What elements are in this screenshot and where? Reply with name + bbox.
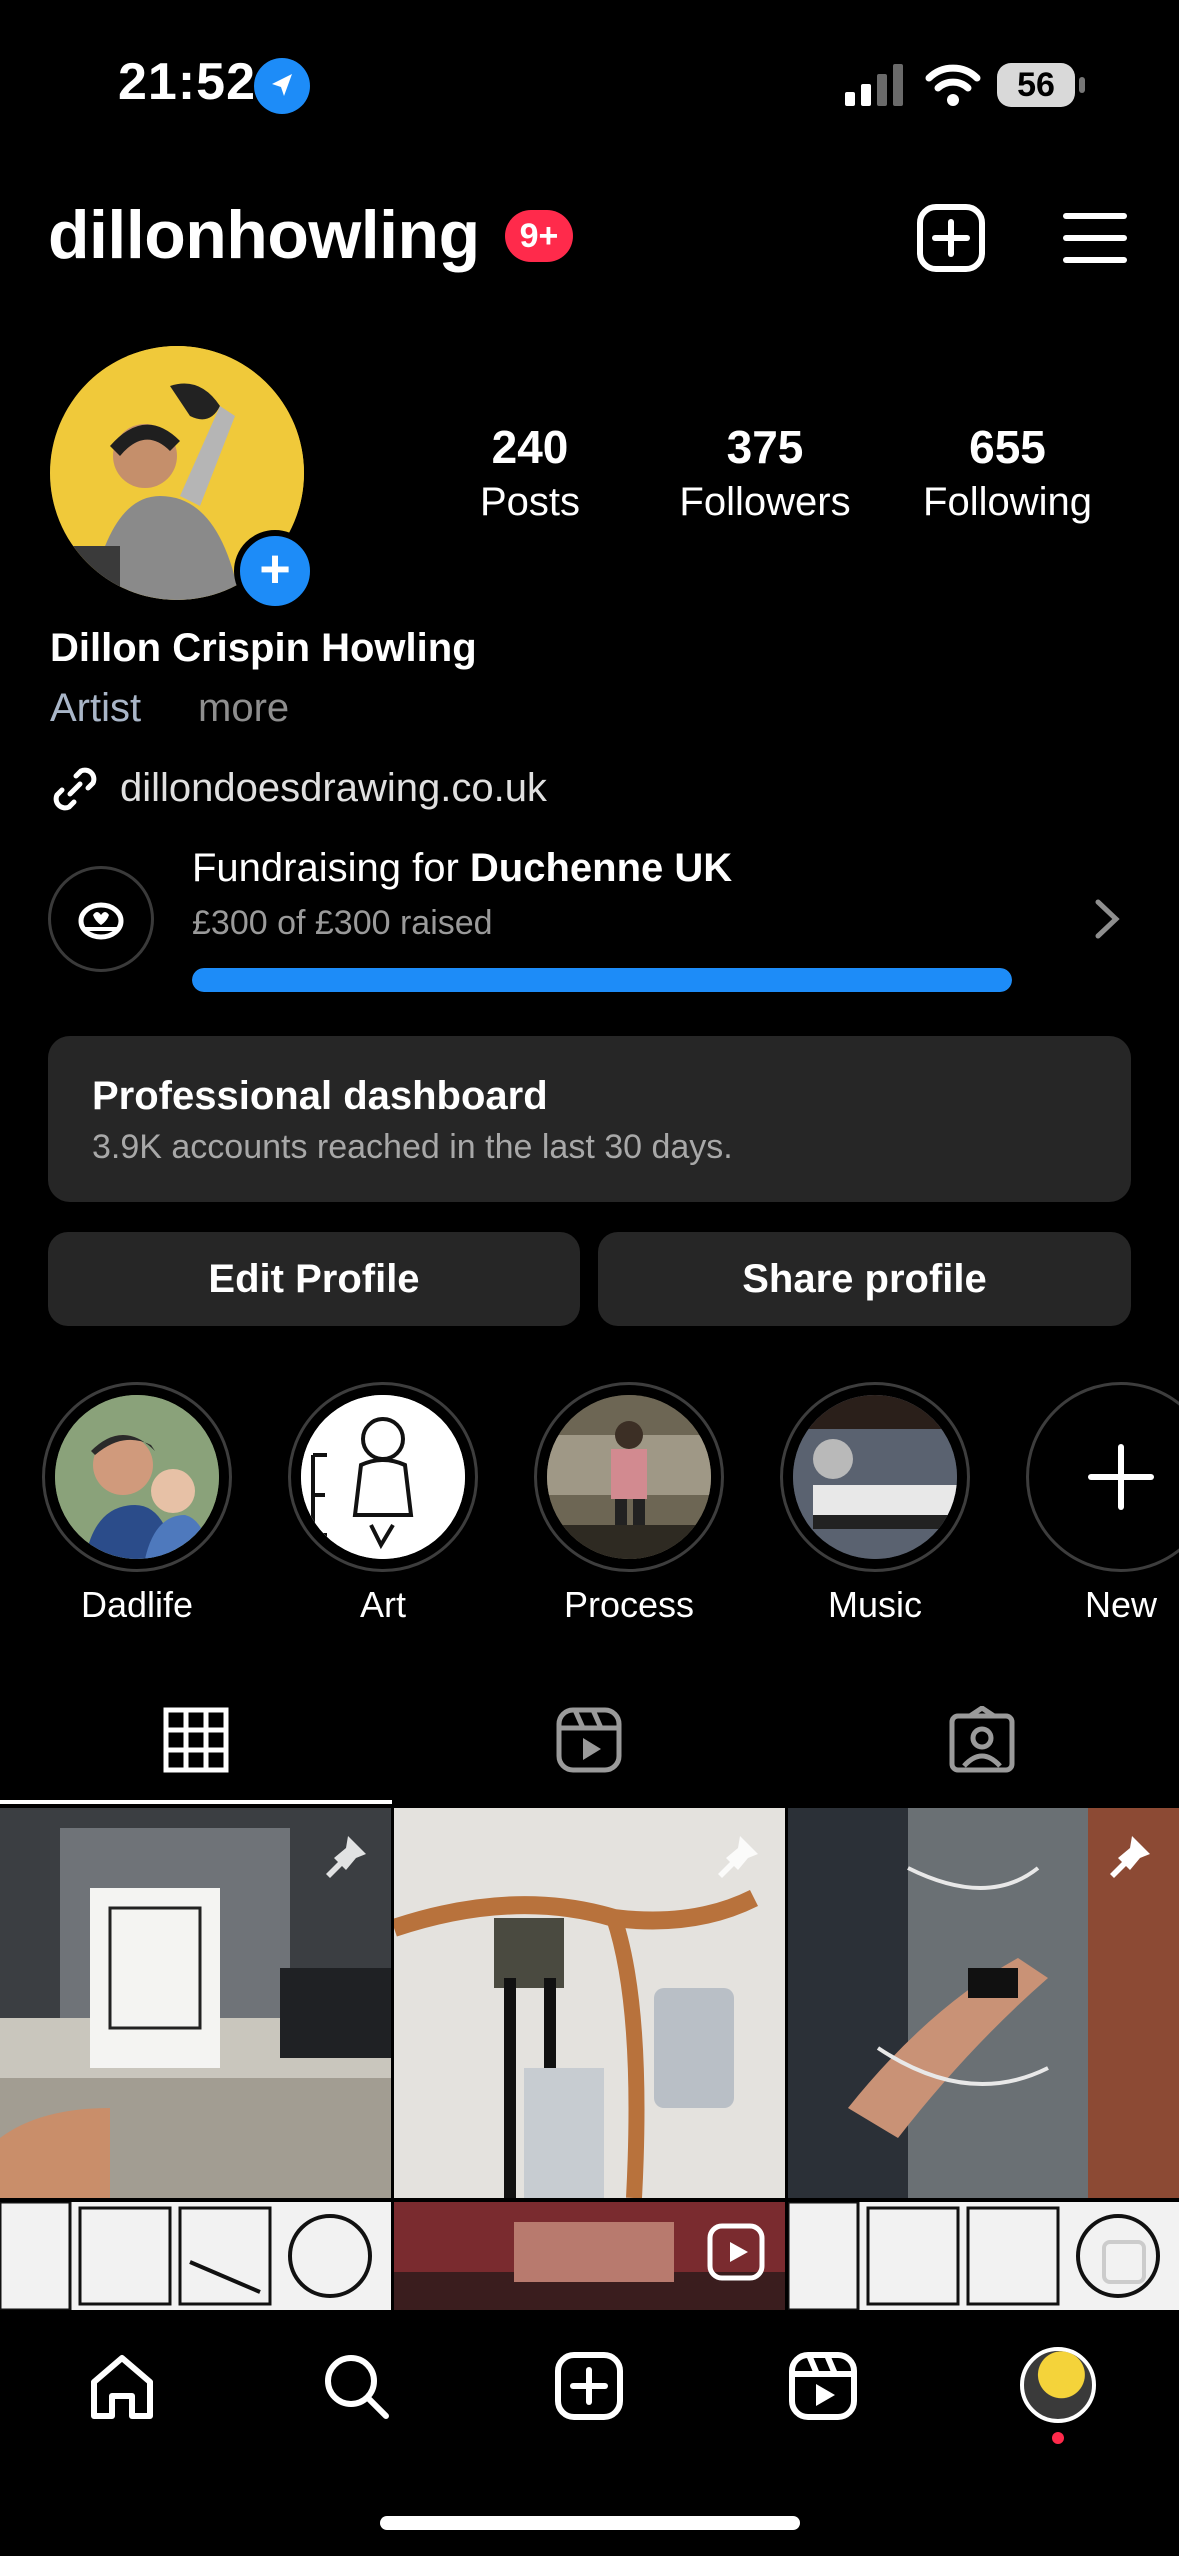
notification-dot <box>1052 2432 1064 2444</box>
fundraiser-progress-bar <box>192 968 1012 992</box>
highlight-dadlife[interactable] <box>42 1382 232 1572</box>
highlight-label: Music <box>827 1584 922 1625</box>
following-stat[interactable]: 655 Following <box>900 420 1115 525</box>
reels-nav-icon[interactable] <box>787 2350 859 2422</box>
following-count: 655 <box>969 421 1046 473</box>
full-name: Dillon Crispin Howling <box>50 626 477 670</box>
followers-stat[interactable]: 375 Followers <box>660 420 870 525</box>
category-label: Artist <box>50 686 142 730</box>
wifi-icon <box>925 62 981 108</box>
highlight-label: New <box>1084 1584 1158 1625</box>
fundraiser-title[interactable]: Fundraising for Duchenne UK <box>192 846 732 891</box>
followers-label: Followers <box>679 480 851 524</box>
edit-profile-button[interactable]: Edit Profile <box>48 1232 580 1326</box>
more-link[interactable]: more <box>198 686 289 731</box>
menu-icon[interactable] <box>1060 202 1132 274</box>
add-story-button[interactable]: + <box>234 530 316 612</box>
profile-avatar-nav[interactable] <box>1020 2347 1096 2423</box>
pin-icon <box>1102 1830 1156 1884</box>
followers-count: 375 <box>726 421 804 473</box>
posts-count: 240 <box>491 421 569 473</box>
new-highlight-button[interactable] <box>1026 1382 1179 1572</box>
fundraiser-prefix: Fundraising for <box>192 846 459 890</box>
highlight-music[interactable] <box>780 1382 970 1572</box>
search-icon[interactable] <box>320 2350 392 2422</box>
tagged-icon[interactable] <box>948 1704 1016 1774</box>
home-icon[interactable] <box>86 2350 158 2422</box>
highlight-label: Process <box>563 1584 695 1625</box>
active-tab-indicator <box>0 1800 392 1804</box>
fundraiser-progress-fill <box>192 968 1012 992</box>
new-post-icon[interactable] <box>915 202 987 274</box>
highlight-label: Art <box>359 1584 406 1625</box>
profile-username[interactable]: dillonhowling <box>48 196 480 274</box>
create-icon[interactable] <box>553 2350 625 2422</box>
dashboard-subtitle: 3.9K accounts reached in the last 30 day… <box>92 1128 733 1166</box>
dashboard-title: Professional dashboard <box>92 1074 548 1118</box>
post-tile[interactable] <box>0 2202 391 2310</box>
status-time: 21:52 <box>118 53 256 111</box>
posts-label: Posts <box>479 480 581 524</box>
share-profile-button[interactable]: Share profile <box>598 1232 1131 1326</box>
pin-icon <box>318 1830 372 1884</box>
reels-icon[interactable] <box>555 1706 623 1774</box>
pin-icon <box>710 1830 764 1884</box>
website-link[interactable]: dillondoesdrawing.co.uk <box>120 766 547 811</box>
highlight-process[interactable] <box>534 1382 724 1572</box>
following-label: Following <box>923 480 1092 524</box>
cellular-signal-icon <box>845 64 905 108</box>
fundraiser-progress-text: £300 of £300 raised <box>192 904 493 942</box>
heart-box-icon[interactable] <box>48 866 154 972</box>
fundraiser-charity: Duchenne UK <box>469 846 733 890</box>
post-tile[interactable] <box>788 2202 1179 2310</box>
location-arrow-icon <box>254 58 310 114</box>
link-icon <box>48 762 102 816</box>
notification-badge[interactable]: 9+ <box>505 210 573 262</box>
posts-stat[interactable]: 240 Posts <box>440 420 620 525</box>
grid-icon[interactable] <box>162 1706 230 1774</box>
highlight-art[interactable] <box>288 1382 478 1572</box>
reel-badge-icon <box>706 2222 766 2282</box>
chevron-right-icon[interactable] <box>1090 894 1124 944</box>
professional-dashboard-card[interactable] <box>48 1036 1131 1202</box>
highlight-label: Dadlife <box>80 1584 194 1625</box>
battery-icon: 56 <box>997 63 1085 107</box>
home-indicator <box>380 2516 800 2530</box>
